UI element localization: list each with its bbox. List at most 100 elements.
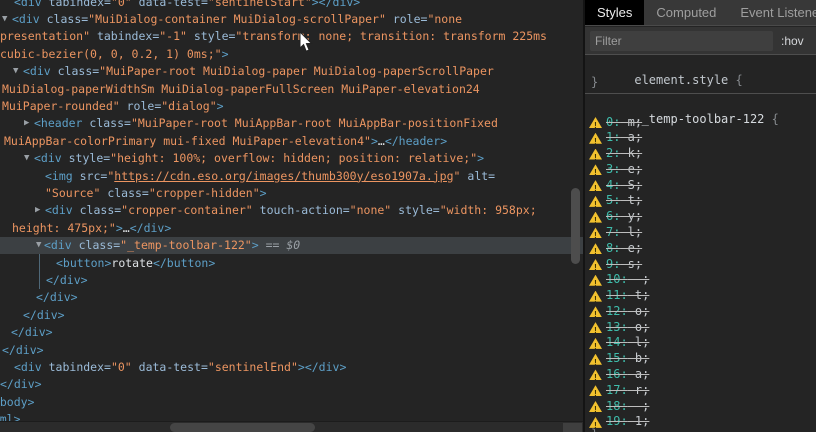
dom-node-dialog-container-wrap1[interactable]: presentation" tabindex="-1" style="trans… xyxy=(0,28,583,45)
dom-node-dialog-paper-wrap1[interactable]: MuiDialog-paperWidthSm MuiDialog-paperFu… xyxy=(0,81,583,98)
horizontal-scrollbar[interactable] xyxy=(0,421,583,432)
css-property-row[interactable]: 12: o; xyxy=(585,304,816,320)
dom-node-dialog-container-wrap2[interactable]: cubic-bezier(0, 0, 0.2, 1) 0ms;"> xyxy=(0,46,583,63)
dom-node-dialog-paper-wrap2[interactable]: MuiPaper-rounded" role="dialog"> xyxy=(0,98,583,115)
warning-icon xyxy=(589,227,602,239)
css-property-row[interactable]: 10: -; xyxy=(585,272,816,288)
open-brace: { xyxy=(735,73,743,87)
dom-node-img-source-wrap1[interactable]: "Source" class="cropper-hidden"> xyxy=(0,185,583,202)
horizontal-scrollbar-thumb[interactable] xyxy=(170,423,315,432)
dom-node-markup: <div class="_temp-toolbar-122"> == $0 xyxy=(44,238,301,253)
dom-node-markup: </div> xyxy=(0,377,42,392)
dom-node-markup: <div class="cropper-container" touch-act… xyxy=(45,203,537,218)
mouse-cursor-icon xyxy=(299,32,313,52)
rule-separator xyxy=(585,93,816,94)
dom-node-markup: cubic-bezier(0, 0, 0.2, 1) 0ms;"> xyxy=(0,46,229,61)
css-property-row[interactable]: 19: 1; xyxy=(585,414,816,430)
css-property-row[interactable]: 4: S; xyxy=(585,178,816,194)
dom-close-dialog-paper[interactable]: </div> xyxy=(0,307,583,324)
dom-node-markup: MuiAppBar-colorPrimary mui-fixed MuiPape… xyxy=(4,133,448,148)
dom-close-dialog-container[interactable]: </div> xyxy=(0,324,583,341)
dom-close-height-wrapper[interactable]: </div> xyxy=(0,289,583,306)
css-property-row[interactable]: 14: l; xyxy=(585,335,816,351)
dom-node-markup: MuiDialog-paperWidthSm MuiDialog-paperFu… xyxy=(2,81,480,96)
styles-filter-input[interactable] xyxy=(590,31,773,51)
element-style-close-brace: } xyxy=(591,75,599,89)
warning-icon xyxy=(589,243,602,255)
dom-node-appbar-header-wrap1[interactable]: MuiAppBar-colorPrimary mui-fixed MuiPape… xyxy=(0,133,583,150)
warning-icon xyxy=(589,401,602,413)
css-property-row[interactable]: 0: m; xyxy=(585,115,816,131)
invalid-css-property: 7: l; xyxy=(606,224,643,239)
css-property-row[interactable]: 5: t; xyxy=(585,193,816,209)
dom-node-height-wrapper[interactable]: ▼ <div style="height: 100%; overflow: hid… xyxy=(0,150,583,167)
dom-node-markup: MuiPaper-rounded" role="dialog"> xyxy=(2,98,224,113)
css-property-row[interactable]: 16: a; xyxy=(585,367,816,383)
css-property-row[interactable]: 6: y; xyxy=(585,209,816,225)
hov-pseudo-toggle[interactable]: :hov xyxy=(781,34,804,48)
dom-close-body[interactable]: </body> xyxy=(0,394,583,411)
css-property-row[interactable]: 17: r; xyxy=(585,383,816,399)
dom-node-markup: presentation" tabindex="-1" style="trans… xyxy=(0,29,547,44)
dom-node-sentinel-start[interactable]: <div tabindex="0" data-test="sentinelSta… xyxy=(0,0,583,11)
expand-arrow-icon[interactable]: ▶ xyxy=(35,202,40,219)
dom-node-rotate-button[interactable]: <button>rotate</button> xyxy=(0,255,583,272)
css-property-row[interactable]: 2: k; xyxy=(585,146,816,162)
warning-icon xyxy=(589,132,602,144)
dom-close-outer[interactable]: </div> xyxy=(0,342,583,359)
css-property-row[interactable]: 1: a; xyxy=(585,130,816,146)
warning-icon xyxy=(589,322,602,334)
dom-node-cropper-container[interactable]: ▶ <div class="cropper-container" touch-ac… xyxy=(0,202,583,219)
invalid-css-property: 17: r; xyxy=(606,382,650,397)
css-property-row[interactable]: 3: e; xyxy=(585,162,816,178)
dom-node-markup: <div tabindex="0" data-test="sentinelEnd… xyxy=(14,359,347,374)
collapse-arrow-icon[interactable]: ▼ xyxy=(36,237,41,254)
css-property-row[interactable]: 13: o; xyxy=(585,320,816,336)
invalid-css-property: 1: a; xyxy=(606,130,643,145)
dom-node-markup: <div class="MuiPaper-root MuiDialog-pape… xyxy=(23,64,494,79)
css-property-row[interactable]: 15: b; xyxy=(585,351,816,367)
dom-close-temp-toolbar[interactable]: </div> xyxy=(0,272,583,289)
invalid-css-property: 13: o; xyxy=(606,319,650,334)
warning-icon xyxy=(589,290,602,302)
warning-icon xyxy=(589,259,602,271)
warning-icon xyxy=(589,117,602,128)
dom-node-temp-toolbar-selected[interactable]: ▼ <div class="_temp-toolbar-122"> == $0 xyxy=(0,237,583,255)
scrollbar-corner xyxy=(563,423,582,432)
dom-node-cropper-container-wrap1[interactable]: height: 475px;">…</div> xyxy=(0,220,583,237)
warning-icon xyxy=(589,385,602,397)
dom-node-markup: <div class="MuiDialog-container MuiDialo… xyxy=(12,11,463,26)
collapse-arrow-icon[interactable]: ▼ xyxy=(13,63,18,80)
warning-icon xyxy=(589,353,602,365)
tab-event-listeners[interactable]: Event Listeners xyxy=(728,0,816,25)
dom-node-dialog-paper[interactable]: ▼ <div class="MuiPaper-root MuiDialog-pap… xyxy=(0,63,583,80)
dom-node-markup: <button>rotate</button> xyxy=(56,255,216,270)
vertical-scrollbar-thumb[interactable] xyxy=(571,188,580,264)
dom-node-markup: </body> xyxy=(0,394,35,409)
css-property-row[interactable]: 8: e; xyxy=(585,241,816,257)
css-property-row[interactable]: 18: -; xyxy=(585,399,816,415)
collapse-arrow-icon[interactable]: ▼ xyxy=(24,150,29,167)
dom-close-root[interactable]: </div> xyxy=(0,376,583,393)
warning-icon xyxy=(589,164,602,176)
warning-icon xyxy=(589,148,602,160)
invalid-css-property: 11: t; xyxy=(606,288,650,303)
expand-arrow-icon[interactable]: ▶ xyxy=(24,115,29,132)
elements-panel[interactable]: <div tabindex="0" data-test="sentinelSta… xyxy=(0,0,583,432)
rule-close-brace: } xyxy=(591,427,598,432)
collapse-arrow-icon[interactable]: ▼ xyxy=(2,11,7,28)
warning-icon xyxy=(589,306,602,318)
dom-node-sentinel-end[interactable]: <div tabindex="0" data-test="sentinelEnd… xyxy=(0,359,583,376)
invalid-css-property: 6: y; xyxy=(606,209,643,224)
dom-node-markup: <div style="height: 100%; overflow: hidd… xyxy=(34,151,485,166)
css-property-row[interactable]: 7: l; xyxy=(585,225,816,241)
dom-node-dialog-container[interactable]: ▼ <div class="MuiDialog-container MuiDial… xyxy=(0,11,583,28)
css-property-row[interactable]: 9: s; xyxy=(585,257,816,273)
dom-node-appbar-header[interactable]: ▶ <header class="MuiPaper-root MuiAppBar-… xyxy=(0,115,583,132)
dom-node-img-source[interactable]: <img src="https://cdn.eso.org/images/thu… xyxy=(0,168,583,185)
dom-node-markup: </div> xyxy=(11,325,53,340)
invalid-css-property: 12: o; xyxy=(606,303,650,318)
tab-computed[interactable]: Computed xyxy=(644,0,728,25)
tab-styles[interactable]: Styles xyxy=(585,0,645,25)
css-property-row[interactable]: 11: t; xyxy=(585,288,816,304)
